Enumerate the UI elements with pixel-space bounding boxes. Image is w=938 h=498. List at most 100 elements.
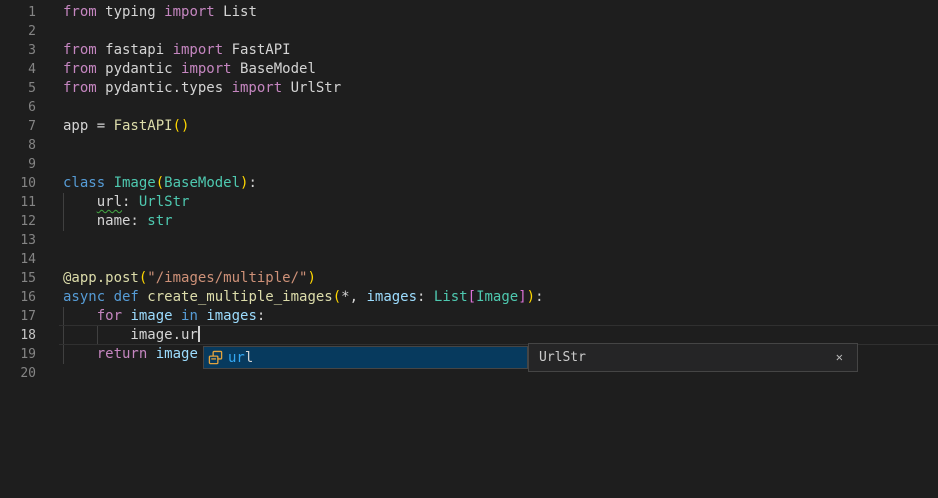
- field-icon: [208, 350, 223, 365]
- code-token: :: [122, 194, 139, 210]
- code-line[interactable]: 12 name: str: [0, 212, 938, 231]
- code-token: :: [257, 308, 265, 324]
- code-token: (): [173, 118, 190, 134]
- line-number[interactable]: 6: [0, 98, 36, 117]
- code-text: from fastapi import FastAPI: [63, 41, 938, 60]
- code-text: class Image(BaseModel):: [63, 174, 938, 193]
- code-line[interactable]: 1 from typing import List: [0, 3, 938, 22]
- code-line[interactable]: 6: [0, 98, 938, 117]
- code-token: import: [173, 42, 224, 58]
- code-token: app =: [63, 118, 114, 134]
- suggestion-detail-pane: UrlStr ✕: [528, 343, 858, 372]
- suggestion-rest-text: l: [245, 350, 253, 366]
- code-token: UrlStr: [139, 194, 190, 210]
- text-cursor: [198, 326, 200, 342]
- line-number[interactable]: 12: [0, 212, 36, 231]
- code-line[interactable]: 2: [0, 22, 938, 41]
- close-icon[interactable]: ✕: [836, 344, 843, 371]
- line-number[interactable]: 9: [0, 155, 36, 174]
- code-token: ]: [518, 289, 526, 305]
- line-number[interactable]: 7: [0, 117, 36, 136]
- line-number[interactable]: 10: [0, 174, 36, 193]
- code-line[interactable]: 13: [0, 231, 938, 250]
- code-line[interactable]: 4 from pydantic import BaseModel: [0, 60, 938, 79]
- code-token: str: [147, 213, 172, 229]
- code-token: (: [156, 175, 164, 191]
- code-token: :: [248, 175, 256, 191]
- code-token: BaseModel: [164, 175, 240, 191]
- code-text: from typing import List: [63, 3, 938, 22]
- line-number[interactable]: 11: [0, 193, 36, 212]
- code-text: app = FastAPI(): [63, 117, 938, 136]
- suggestion-item-url[interactable]: url: [204, 347, 527, 368]
- indent-guide: [97, 326, 98, 345]
- code-text: [63, 231, 938, 250]
- code-line[interactable]: 17 for image in images:: [0, 307, 938, 326]
- code-token: image.ur: [63, 327, 198, 343]
- code-token: image: [130, 308, 172, 324]
- code-token: ): [527, 289, 535, 305]
- code-line[interactable]: 9: [0, 155, 938, 174]
- code-text: [63, 136, 938, 155]
- code-token: async def: [63, 289, 147, 305]
- code-token: from: [63, 80, 97, 96]
- code-text: from pydantic.types import UrlStr: [63, 79, 938, 98]
- code-token: from: [63, 61, 97, 77]
- code-token: ): [307, 270, 315, 286]
- code-token: [63, 346, 97, 362]
- code-line[interactable]: 10 class Image(BaseModel):: [0, 174, 938, 193]
- code-line[interactable]: 5 from pydantic.types import UrlStr: [0, 79, 938, 98]
- code-token: import: [164, 4, 215, 20]
- code-token: [63, 194, 97, 210]
- code-text: [63, 98, 938, 117]
- line-number[interactable]: 18: [0, 326, 36, 345]
- line-number[interactable]: 20: [0, 364, 36, 383]
- line-number[interactable]: 3: [0, 41, 36, 60]
- code-token: List: [215, 4, 257, 20]
- code-text: url: UrlStr: [63, 193, 938, 212]
- code-line[interactable]: 14: [0, 250, 938, 269]
- code-line[interactable]: 8: [0, 136, 938, 155]
- line-number[interactable]: 15: [0, 269, 36, 288]
- suggestion-detail-text: UrlStr: [539, 344, 586, 371]
- code-token: return: [97, 346, 156, 362]
- line-number[interactable]: 16: [0, 288, 36, 307]
- code-line[interactable]: 16async def create_multiple_images(*, im…: [0, 288, 938, 307]
- code-token: @app.post: [63, 270, 139, 286]
- code-token: pydantic.types: [97, 80, 232, 96]
- code-token: typing: [97, 4, 164, 20]
- line-number[interactable]: 14: [0, 250, 36, 269]
- code-token: name:: [63, 213, 147, 229]
- line-number[interactable]: 8: [0, 136, 36, 155]
- code-line[interactable]: 3 from fastapi import FastAPI: [0, 41, 938, 60]
- code-token: class: [63, 175, 114, 191]
- line-number[interactable]: 13: [0, 231, 36, 250]
- line-number[interactable]: 4: [0, 60, 36, 79]
- code-text: [63, 250, 938, 269]
- code-token: Image: [114, 175, 156, 191]
- code-text: from pydantic import BaseModel: [63, 60, 938, 79]
- code-text: name: str: [63, 212, 938, 231]
- code-token: FastAPI: [114, 118, 173, 134]
- code-line[interactable]: 7 app = FastAPI(): [0, 117, 938, 136]
- code-line[interactable]: 15 @app.post("/images/multiple/"): [0, 269, 938, 288]
- line-number[interactable]: 19: [0, 345, 36, 364]
- autocomplete-popup: url: [203, 346, 528, 369]
- code-token: import: [181, 61, 232, 77]
- code-token: *,: [341, 289, 366, 305]
- code-token: [63, 308, 97, 324]
- code-text: [63, 155, 938, 174]
- code-token: List: [434, 289, 468, 305]
- code-text: for image in images:: [63, 307, 938, 326]
- code-token: in: [173, 308, 207, 324]
- line-number[interactable]: 2: [0, 22, 36, 41]
- code-line[interactable]: 11 url: UrlStr: [0, 193, 938, 212]
- indent-guide: [63, 193, 64, 212]
- code-text: @app.post("/images/multiple/"): [63, 269, 938, 288]
- code-token: FastAPI: [223, 42, 290, 58]
- line-number[interactable]: 5: [0, 79, 36, 98]
- code-token: from: [63, 42, 97, 58]
- suggestion-label: url: [228, 350, 253, 366]
- line-number[interactable]: 17: [0, 307, 36, 326]
- line-number[interactable]: 1: [0, 3, 36, 22]
